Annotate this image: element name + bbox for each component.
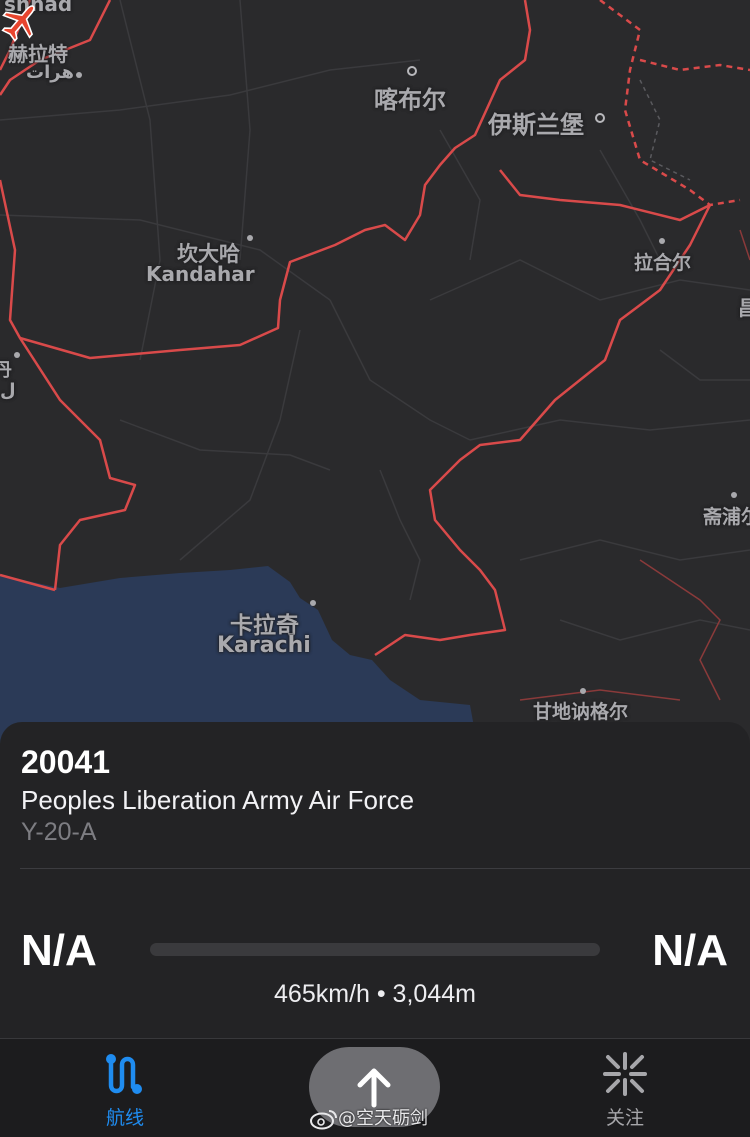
map-label-gandhinagar: 甘地讷格尔: [533, 701, 629, 723]
aircraft-icon[interactable]: [0, 0, 42, 42]
kandahar-dot: [247, 235, 253, 241]
disputed-border: [599, 0, 750, 207]
route-icon: [106, 1054, 142, 1094]
bikaner-dot: [731, 492, 737, 498]
follow-icon: [603, 1052, 647, 1096]
map-label-left-1: 丹: [0, 360, 12, 381]
map-label-kandahar-en: Kandahar: [146, 262, 255, 286]
map-label-islamabad: 伊斯兰堡: [488, 111, 584, 139]
state-borders: [519, 229, 750, 701]
weibo-watermark: @空天砺剑: [310, 1104, 428, 1130]
watermark-text: @空天砺剑: [338, 1108, 428, 1129]
map-label-karachi-en: Karachi: [217, 633, 311, 658]
weibo-icon: [310, 1110, 337, 1130]
destination-airport: N/A: [652, 926, 728, 975]
flight-callsign: 20041: [21, 744, 110, 780]
kabul-capital-dot: [407, 66, 417, 76]
divider: [20, 868, 750, 869]
tab-follow-label: 关注: [605, 1107, 644, 1129]
lahore-dot: [659, 238, 665, 244]
gandhinagar-dot: [580, 688, 586, 694]
tab-route-label: 航线: [105, 1107, 144, 1129]
map-view[interactable]: shhad 赫拉特 هرات 喀布尔 伊斯兰堡 坎大哈 Kandahar 拉合尔…: [0, 0, 750, 760]
herat-dot: [76, 72, 82, 78]
karachi-dot: [310, 600, 316, 606]
country-borders: [0, 0, 712, 657]
map-label-herat-fa: هرات: [26, 62, 74, 83]
map-label-edge: 昌: [738, 296, 750, 320]
map-label-kabul: 喀布尔: [374, 86, 446, 114]
map-label-bikaner: 斋浦尔: [703, 506, 750, 528]
tab-route[interactable]: 航线: [50, 1039, 200, 1137]
aircraft-type: Y-20-A: [21, 818, 97, 846]
map-label-left-2: ل: [0, 380, 16, 401]
flight-progress-bar: [150, 943, 600, 956]
islamabad-capital-dot: [595, 113, 605, 123]
left-city-dot: [14, 352, 20, 358]
map-label-lahore: 拉合尔: [634, 252, 692, 274]
arrow-up-icon: [357, 1068, 391, 1108]
flight-operator: Peoples Liberation Army Air Force: [21, 785, 415, 815]
tab-follow[interactable]: 关注: [550, 1039, 700, 1137]
speed-altitude: 465km/h • 3,044m: [274, 980, 476, 1008]
origin-airport: N/A: [21, 926, 97, 975]
